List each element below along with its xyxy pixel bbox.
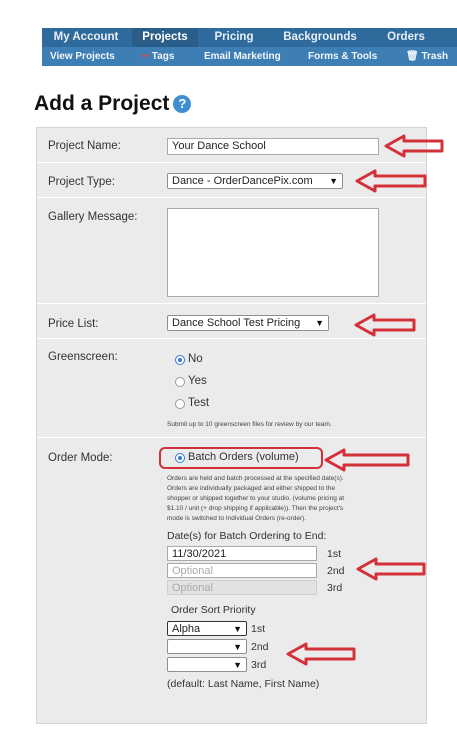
price-list-value: Dance School Test Pricing (172, 317, 301, 329)
greenscreen-note: Submit up to 10 greenscreen files for re… (167, 421, 332, 428)
chevron-down-icon: ▼ (315, 318, 324, 328)
subnav-trash-label: Trash (421, 51, 449, 62)
subnav-tags-label: Tags (151, 51, 175, 62)
ordinal-1st: 1st (327, 548, 342, 560)
ordinal-2nd: 2nd (327, 565, 345, 577)
greenscreen-test-label: Test (188, 397, 210, 409)
description-line: mode is switched to Individual Orders (r… (167, 515, 307, 522)
description-line: Orders are individually packaged and eit… (167, 485, 336, 492)
nav-tab-projects[interactable]: Projects (132, 28, 198, 47)
sort-priority-label: Order Sort Priority (171, 604, 256, 616)
nav-tab-pricing[interactable]: Pricing (202, 28, 266, 47)
add-project-form: Project Name: Your Dance School Project … (36, 127, 427, 724)
sub-nav: View Projects •• Tags Email Marketing Fo… (42, 47, 457, 66)
order-mode-description: Orders are held and batch processed at t… (167, 474, 422, 524)
page-title: Add a Project? (34, 92, 192, 116)
batch-date-1-input[interactable]: 11/30/2021 (167, 546, 317, 561)
annotation-arrow-icon (286, 642, 356, 666)
chevron-down-icon: ▼ (233, 624, 242, 634)
batch-date-3-input[interactable]: Optional (167, 580, 317, 595)
description-line: $1.10 / unit (+ drop shipping if applica… (167, 505, 344, 512)
sort-ordinal-2nd: 2nd (251, 641, 269, 653)
annotation-arrow-icon (384, 134, 444, 158)
annotation-arrow-icon (356, 557, 426, 581)
nav-tab-backgrounds[interactable]: Backgrounds (268, 28, 372, 47)
row-project-name: Project Name: Your Dance School (37, 128, 426, 163)
row-greenscreen: Greenscreen: No Yes Test Submit up to 10… (37, 339, 426, 438)
sort-2-select[interactable]: ▼ (167, 639, 247, 654)
chevron-down-icon: ▼ (233, 642, 242, 652)
price-list-select[interactable]: Dance School Test Pricing ▼ (167, 315, 329, 331)
sort-ordinal-1st: 1st (251, 623, 266, 635)
project-type-label: Project Type: (48, 176, 115, 188)
project-name-input[interactable]: Your Dance School (167, 138, 379, 155)
batch-orders-label: Batch Orders (volume) (188, 451, 299, 463)
annotation-arrow-icon (355, 169, 427, 193)
nav-tab-my-account[interactable]: My Account (42, 28, 130, 47)
subnav-tags[interactable]: •• Tags (142, 47, 174, 66)
page-title-text: Add a Project (34, 92, 170, 115)
price-list-label: Price List: (48, 318, 99, 330)
row-gallery-message: Gallery Message: (37, 198, 426, 304)
greenscreen-yes-radio[interactable] (175, 377, 185, 387)
tag-icon: •• (142, 51, 152, 62)
subnav-forms-tools[interactable]: Forms & Tools (308, 47, 377, 66)
project-name-label: Project Name: (48, 140, 121, 152)
batch-orders-radio[interactable] (175, 453, 185, 463)
gallery-message-label: Gallery Message: (48, 211, 138, 223)
sort-ordinal-3rd: 3rd (251, 659, 267, 671)
order-mode-label: Order Mode: (48, 452, 113, 464)
annotation-arrow-icon (324, 448, 410, 472)
top-nav: My Account Projects Pricing Backgrounds … (42, 28, 457, 66)
greenscreen-label: Greenscreen: (48, 351, 118, 363)
sort-3-select[interactable]: ▼ (167, 657, 247, 672)
description-line: shopper or shipped together to your stud… (167, 495, 345, 502)
annotation-arrow-icon (354, 313, 416, 337)
project-type-select[interactable]: Dance - OrderDancePix.com ▼ (167, 173, 343, 189)
greenscreen-yes-label: Yes (188, 375, 207, 387)
sort-1-select[interactable]: Alpha ▼ (167, 621, 247, 636)
description-line: Orders are held and batch processed at t… (167, 475, 344, 482)
nav-tab-orders[interactable]: Orders (376, 28, 436, 47)
chevron-down-icon: ▼ (329, 176, 338, 186)
greenscreen-test-radio[interactable] (175, 399, 185, 409)
project-type-value: Dance - OrderDancePix.com (172, 175, 313, 187)
chevron-down-icon: ▼ (233, 660, 242, 670)
batch-date-2-input[interactable]: Optional (167, 563, 317, 578)
subnav-view-projects[interactable]: View Projects (50, 47, 115, 66)
sort-1-value: Alpha (172, 623, 201, 635)
subnav-trash[interactable]: 🗑 Trash (406, 47, 448, 66)
ordinal-3rd: 3rd (327, 582, 343, 594)
help-icon[interactable]: ? (173, 95, 192, 113)
gallery-message-textarea[interactable] (167, 208, 379, 297)
subnav-email-marketing[interactable]: Email Marketing (204, 47, 281, 66)
trash-icon: 🗑 (406, 51, 422, 62)
sort-default-note: (default: Last Name, First Name) (167, 678, 320, 690)
greenscreen-no-radio[interactable] (175, 355, 185, 365)
main-nav: My Account Projects Pricing Backgrounds … (42, 28, 457, 47)
greenscreen-no-label: No (188, 353, 203, 365)
batch-dates-label: Date(s) for Batch Ordering to End: (167, 530, 327, 542)
